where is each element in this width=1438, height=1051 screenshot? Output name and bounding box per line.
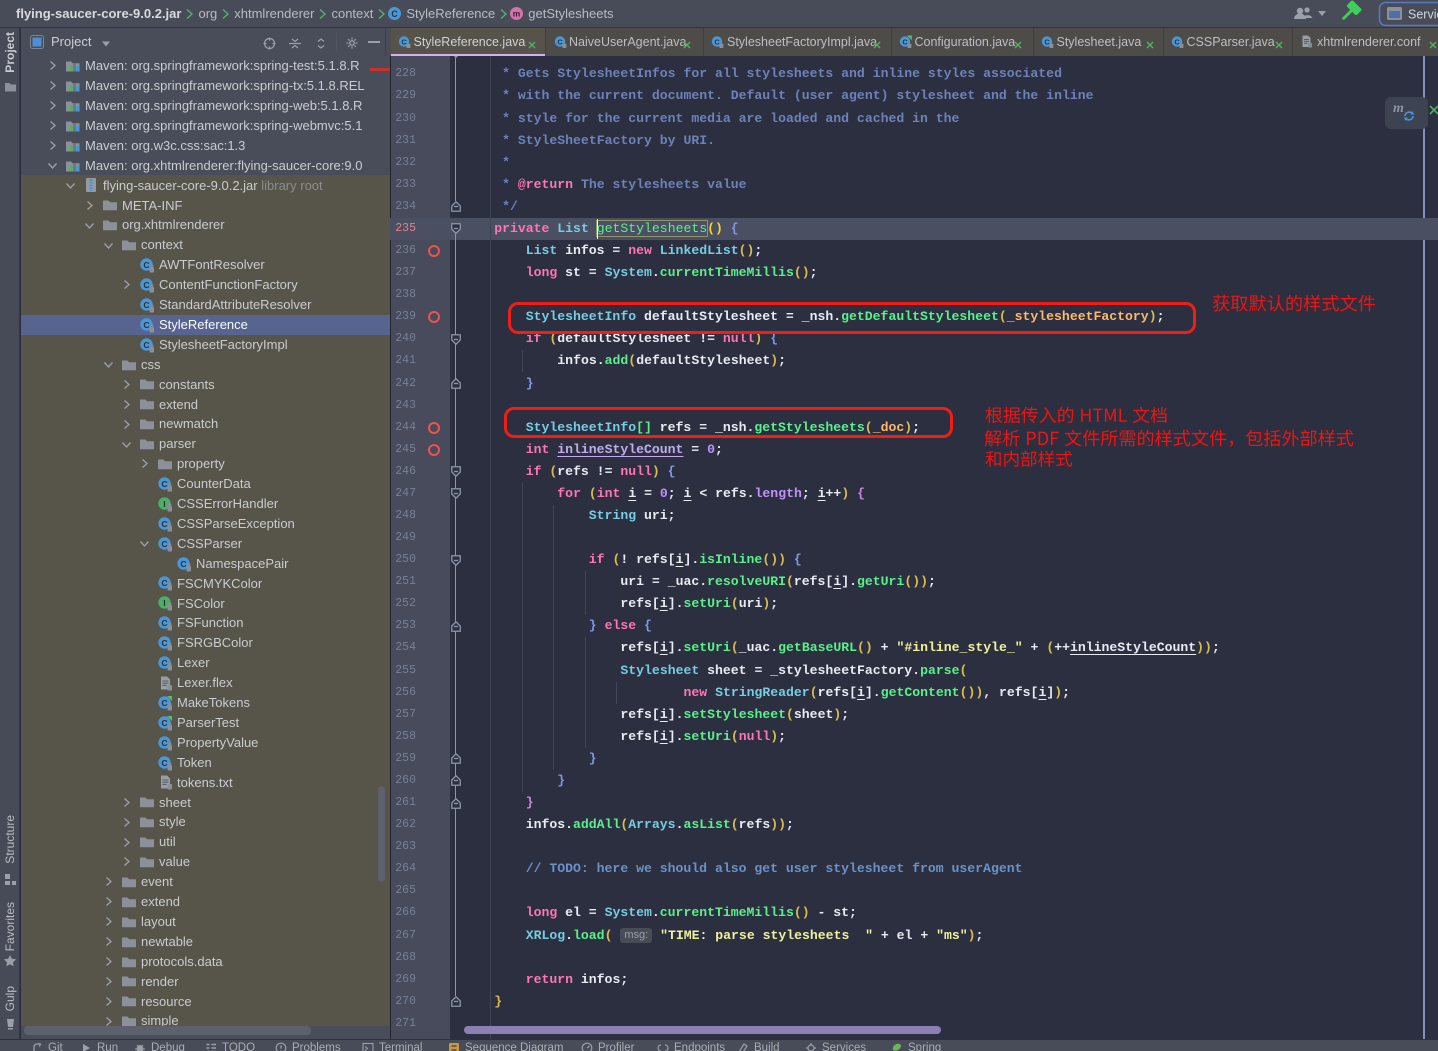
svg-text:C: C	[161, 737, 167, 747]
svg-text:C: C	[161, 479, 167, 489]
svg-text:C: C	[161, 578, 167, 588]
svg-text:m: m	[513, 9, 520, 19]
svg-text:C: C	[143, 319, 149, 329]
svg-text:C: C	[161, 658, 167, 668]
svg-text:C: C	[161, 638, 167, 648]
svg-text:C: C	[161, 538, 167, 548]
svg-text:ServiceUtil: ServiceUtil	[1408, 8, 1438, 22]
svg-text:C: C	[161, 757, 167, 767]
svg-text:C: C	[180, 558, 186, 568]
svg-text:C: C	[143, 339, 149, 349]
svg-text:C: C	[161, 618, 167, 628]
svg-text:C: C	[161, 717, 167, 727]
svg-text:C: C	[161, 518, 167, 528]
svg-text:C: C	[143, 260, 149, 270]
svg-text:I: I	[163, 499, 165, 509]
svg-text:I: I	[163, 598, 165, 608]
svg-text:C: C	[143, 280, 149, 290]
svg-text:C: C	[143, 300, 149, 310]
svg-text:C: C	[392, 9, 399, 19]
svg-text:C: C	[161, 698, 167, 708]
